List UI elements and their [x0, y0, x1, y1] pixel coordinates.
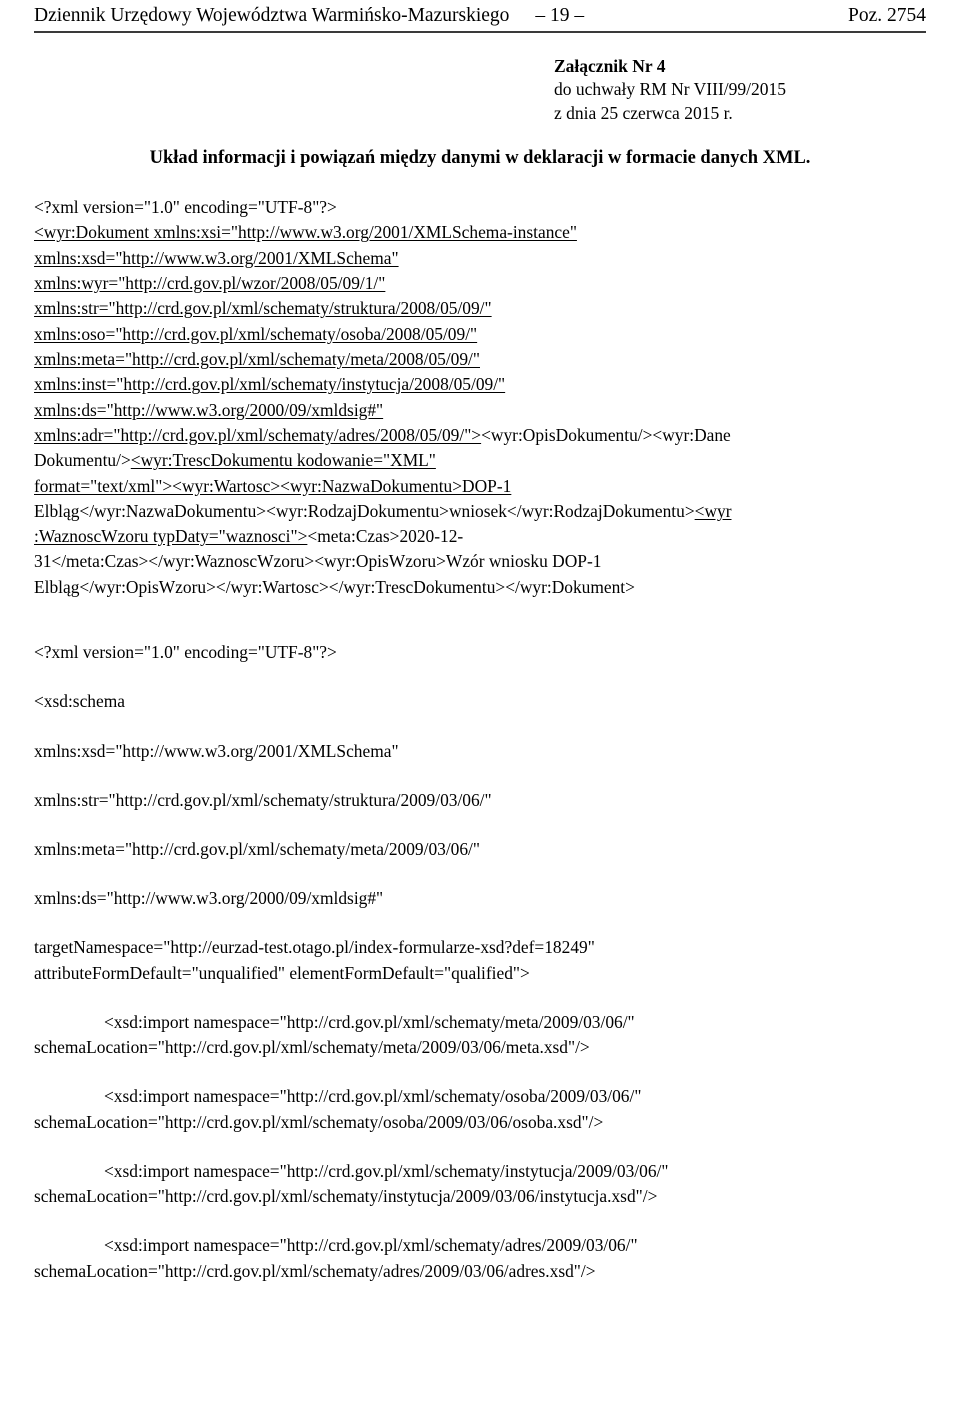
xml-code-underlined: xmlns:adr="http://crd.gov.pl/xml/schemat… — [34, 424, 482, 445]
xml-code-paragraph: <xsd:import namespace="http://crd.gov.pl… — [34, 1159, 926, 1209]
xml-code-paragraph: <xsd:schema — [34, 689, 926, 714]
xml-code-underlined: xmlns:str="http://crd.gov.pl/xml/schemat… — [34, 298, 492, 319]
xml-code-line: Elbląg</wyr:OpisWzoru></wyr:Wartosc></wy… — [34, 576, 635, 597]
xml-code-line: xmlns:str="http://crd.gov.pl/xml/schemat… — [34, 296, 926, 321]
document-page: Dziennik Urzędowy Województwa Warmińsko-… — [0, 0, 960, 1403]
listing-separator — [34, 600, 926, 640]
xml-code-plain: <meta:Czas>2020-12- — [307, 526, 464, 547]
xml-code-line: xmlns:meta="http://crd.gov.pl/xml/schema… — [34, 347, 926, 372]
xml-code-line: xmlns:ds="http://www.w3.org/2000/09/xmld… — [34, 398, 926, 423]
xml-code-line: <?xml version="1.0" encoding="UTF-8"?> — [34, 197, 337, 218]
xml-code-line: 31</meta:Czas></wyr:WaznoscWzoru><wyr:Op… — [34, 551, 602, 572]
xml-code-paragraph: targetNamespace="http://eurzad-test.otag… — [34, 935, 926, 985]
xml-code-line: <xsd:import namespace="http://crd.gov.pl… — [104, 1011, 635, 1032]
xml-code-paragraph: xmlns:ds="http://www.w3.org/2000/09/xmld… — [34, 886, 926, 911]
xml-code-line: xmlns:xsd="http://www.w3.org/2001/XMLSch… — [34, 246, 926, 271]
xml-listing-schema: <?xml version="1.0" encoding="UTF-8"?> <x… — [34, 640, 926, 1284]
xml-code-plain: Dokumentu/> — [34, 450, 131, 471]
xml-code-underlined: xmlns:meta="http://crd.gov.pl/xml/schema… — [34, 348, 480, 369]
xml-code-underlined: xmlns:wyr="http://crd.gov.pl/wzor/2008/0… — [34, 273, 386, 294]
xml-code-paragraph: xmlns:meta="http://crd.gov.pl/xml/schema… — [34, 837, 926, 862]
xml-code-paragraph: xmlns:str="http://crd.gov.pl/xml/schemat… — [34, 788, 926, 813]
annex-date: z dnia 25 czerwca 2015 r. — [554, 103, 733, 124]
xml-code-line: xmlns:oso="http://crd.gov.pl/xml/schemat… — [34, 322, 926, 347]
page-title: Układ informacji i powiązań między danym… — [149, 147, 811, 168]
xml-code-underlined: format="text/xml"><wyr:Wartosc><wyr:Nazw… — [34, 475, 512, 496]
xml-code-underlined: xmlns:xsd="http://www.w3.org/2001/XMLSch… — [34, 247, 399, 268]
xml-code-line: <xsd:import namespace="http://crd.gov.pl… — [104, 1086, 642, 1107]
xml-code-line: xmlns:xsd="http://www.w3.org/2001/XMLSch… — [34, 740, 399, 761]
header-divider — [34, 30, 926, 33]
journal-title: Dziennik Urzędowy Województwa Warmińsko-… — [34, 5, 510, 26]
xml-code-line: <wyr:Dokument xmlns:xsi="http://www.w3.o… — [34, 220, 926, 245]
xml-code-paragraph: <xsd:import namespace="http://crd.gov.pl… — [34, 1010, 926, 1060]
position-reference: Poz. 2754 — [848, 5, 926, 26]
xml-code-line: Elbląg</wyr:NazwaDokumentu><wyr:RodzajDo… — [34, 499, 926, 524]
xml-code-line: xmlns:wyr="http://crd.gov.pl/wzor/2008/0… — [34, 271, 926, 296]
annex-resolution: do uchwały RM Nr VIII/99/2015 — [554, 79, 787, 100]
xml-code-line: Dokumentu/><wyr:TrescDokumentu kodowanie… — [34, 448, 926, 473]
running-header: Dziennik Urzędowy Województwa Warmińsko-… — [34, 0, 926, 26]
xml-code-plain: Elbląg</wyr:NazwaDokumentu><wyr:RodzajDo… — [34, 500, 695, 521]
xml-code-paragraph: <xsd:import namespace="http://crd.gov.pl… — [34, 1084, 926, 1134]
xml-code-line: <?xml version="1.0" encoding="UTF-8"?> — [34, 642, 337, 663]
xml-code-line: xmlns:ds="http://www.w3.org/2000/09/xmld… — [34, 888, 384, 909]
xml-listing-declaration: <?xml version="1.0" encoding="UTF-8"?> <w… — [34, 195, 926, 600]
xml-code-line: xmlns:str="http://crd.gov.pl/xml/schemat… — [34, 789, 492, 810]
annex-number: Załącznik Nr 4 — [554, 55, 666, 76]
xml-code-line: format="text/xml"><wyr:Wartosc><wyr:Nazw… — [34, 474, 926, 499]
page-number: – 19 – — [535, 5, 585, 26]
xml-code-line: schemaLocation="http://crd.gov.pl/xml/sc… — [34, 1111, 604, 1132]
xml-code-underlined: <wyr:TrescDokumentu kodowanie="XML" — [130, 450, 436, 471]
xml-code-line: xmlns:meta="http://crd.gov.pl/xml/schema… — [34, 839, 480, 860]
xml-code-paragraph: <xsd:import namespace="http://crd.gov.pl… — [34, 1233, 926, 1283]
xml-code-line: <xsd:schema — [34, 691, 125, 712]
xml-code-underlined: <wyr — [694, 500, 732, 521]
xml-code-line: schemaLocation="http://crd.gov.pl/xml/sc… — [34, 1037, 590, 1058]
xml-code-line: <xsd:import namespace="http://crd.gov.pl… — [104, 1160, 669, 1181]
xml-code-plain: <wyr:OpisDokumentu/><wyr:Dane — [481, 424, 731, 445]
xml-code-paragraph: <?xml version="1.0" encoding="UTF-8"?> — [34, 640, 926, 665]
xml-code-underlined: :WaznoscWzoru typDaty="waznosci"> — [34, 526, 308, 547]
xml-code-line: xmlns:adr="http://crd.gov.pl/xml/schemat… — [34, 423, 926, 448]
xml-code-underlined: xmlns:ds="http://www.w3.org/2000/09/xmld… — [34, 399, 384, 420]
xml-code-line: schemaLocation="http://crd.gov.pl/xml/sc… — [34, 1186, 658, 1207]
xml-code-line: attributeFormDefault="unqualified" eleme… — [34, 962, 530, 983]
xml-code-line: <xsd:import namespace="http://crd.gov.pl… — [104, 1235, 638, 1256]
xml-code-line: xmlns:inst="http://crd.gov.pl/xml/schema… — [34, 372, 926, 397]
xml-code-line: :WaznoscWzoru typDaty="waznosci"><meta:C… — [34, 524, 926, 549]
xml-code-underlined: <wyr:Dokument xmlns:xsi="http://www.w3.o… — [34, 222, 577, 243]
xml-code-paragraph: xmlns:xsd="http://www.w3.org/2001/XMLSch… — [34, 739, 926, 764]
xml-code-underlined: xmlns:inst="http://crd.gov.pl/xml/schema… — [34, 374, 506, 395]
xml-code-line: schemaLocation="http://crd.gov.pl/xml/sc… — [34, 1260, 596, 1281]
xml-code-underlined: xmlns:oso="http://crd.gov.pl/xml/schemat… — [34, 323, 478, 344]
annex-caption: Załącznik Nr 4 do uchwały RM Nr VIII/99/… — [34, 55, 926, 126]
xml-code-line: targetNamespace="http://eurzad-test.otag… — [34, 937, 595, 958]
